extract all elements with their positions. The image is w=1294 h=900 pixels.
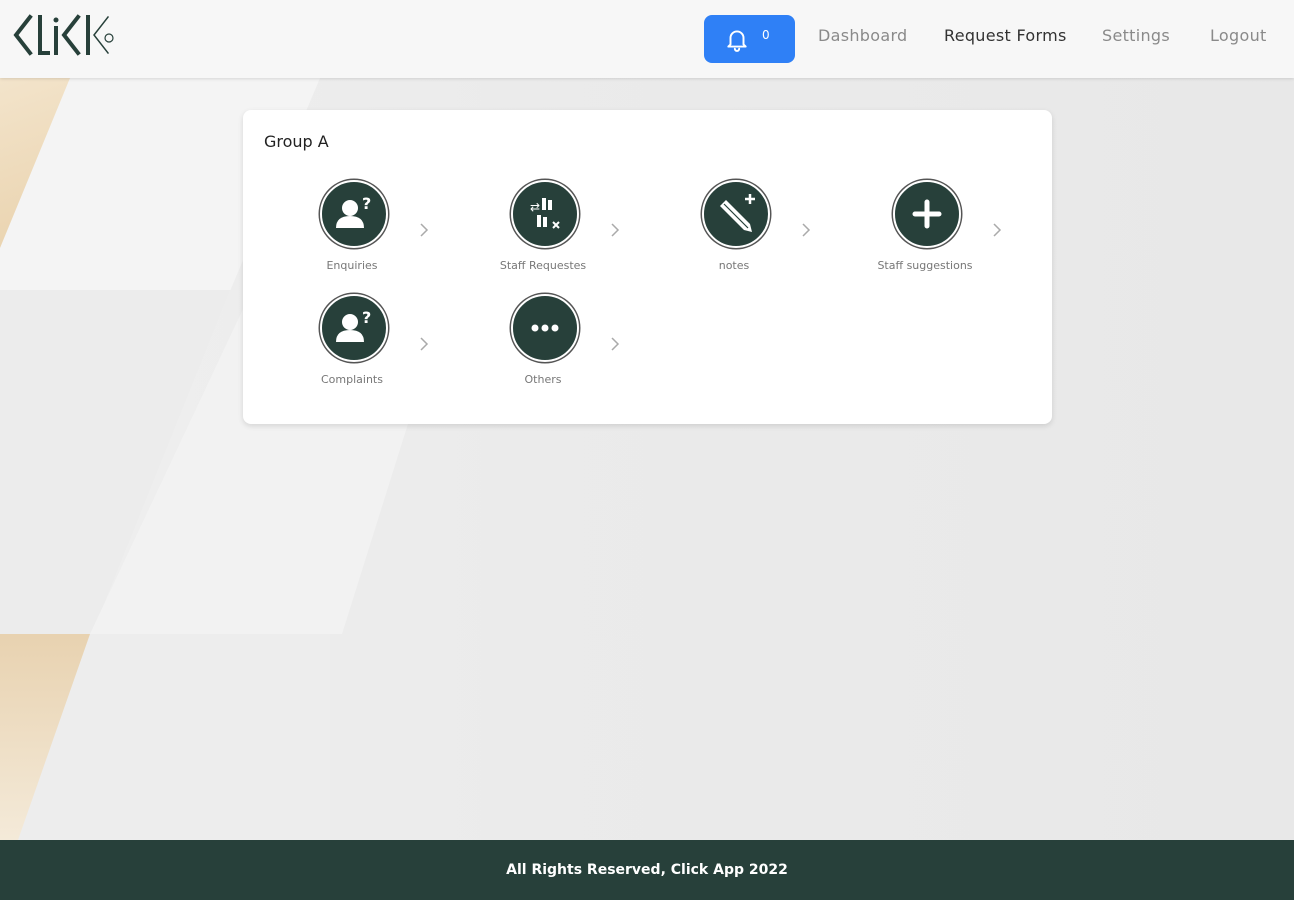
notification-count: 0	[762, 28, 770, 42]
notifications-button[interactable]: 0	[704, 15, 795, 63]
chevron-right-icon	[611, 223, 620, 237]
nav-dashboard[interactable]: Dashboard	[818, 26, 908, 45]
tile-staff-requests[interactable]: ⇄ Staff Requestes	[434, 180, 620, 290]
chevron-right-icon	[611, 337, 620, 351]
tile-label: notes	[718, 259, 750, 272]
chevron-right-icon	[420, 337, 429, 351]
nav-settings[interactable]: Settings	[1102, 26, 1170, 45]
click-logo[interactable]	[12, 12, 116, 58]
tile-label: Staff suggestions	[877, 259, 973, 272]
ellipsis-icon	[511, 294, 579, 362]
chevron-right-icon	[993, 223, 1002, 237]
tile-enquiries[interactable]: ? Enquiries	[243, 180, 429, 290]
nav-logout[interactable]: Logout	[1210, 26, 1267, 45]
bell-icon	[727, 30, 747, 52]
group-title: Group A	[264, 132, 329, 151]
svg-text:?: ?	[362, 308, 371, 327]
tile-staff-suggestions[interactable]: Staff suggestions	[816, 180, 1002, 290]
footer-copyright: All Rights Reserved, Click App 2022	[506, 862, 788, 878]
pencil-plus-icon	[702, 180, 770, 248]
nav-request-forms[interactable]: Request Forms	[944, 26, 1067, 45]
svg-text:⇄: ⇄	[530, 200, 540, 214]
staff-request-icon: ⇄	[511, 180, 579, 248]
tile-label: Others	[524, 373, 562, 386]
user-question-icon: ?	[320, 180, 388, 248]
tile-complaints[interactable]: ? Complaints	[243, 294, 429, 404]
user-question-icon: ?	[320, 294, 388, 362]
tile-label: Staff Requestes	[499, 259, 587, 272]
tile-others[interactable]: Others	[434, 294, 620, 404]
chevron-right-icon	[420, 223, 429, 237]
chevron-right-icon	[802, 223, 811, 237]
tile-label: Enquiries	[326, 259, 378, 272]
tile-label: Complaints	[321, 373, 383, 386]
group-card: Group A ? Enquiries ⇄ Staff Requestes no…	[243, 110, 1052, 424]
plus-icon	[893, 180, 961, 248]
tile-notes[interactable]: notes	[625, 180, 811, 290]
top-navbar: 0 Dashboard Request Forms Settings Logou…	[0, 0, 1294, 78]
footer: All Rights Reserved, Click App 2022	[0, 840, 1294, 900]
svg-text:?: ?	[362, 194, 371, 213]
